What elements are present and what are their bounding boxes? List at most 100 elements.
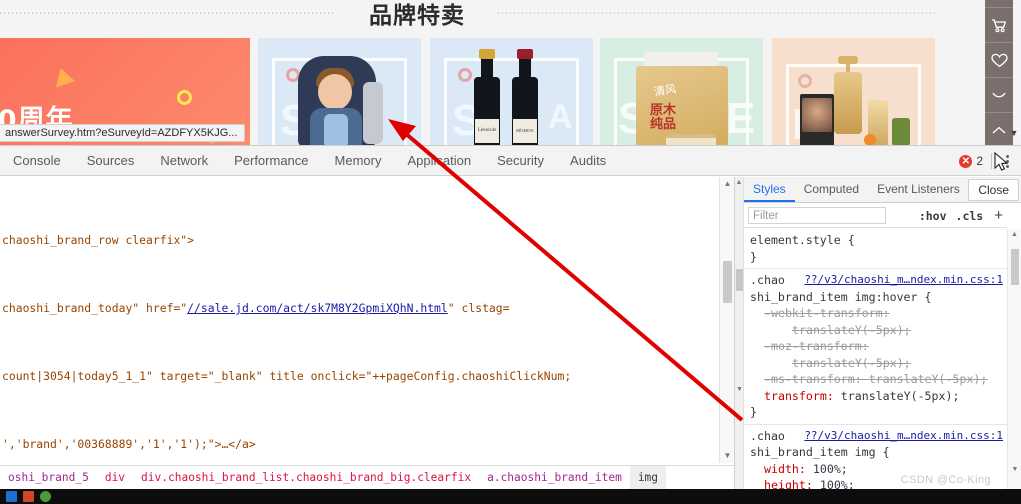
cls-toggle[interactable]: .cls — [956, 209, 984, 223]
devtools-body: chaoshi_brand_row clearfix"> chaoshi_bra… — [0, 177, 1021, 489]
dom-text: count|3054|today5_1_1" target="_blank" t… — [2, 369, 572, 383]
status-bar-url: answerSurvey.htm?eSurveyId=AZDFYX5KJG... — [0, 124, 246, 142]
styles-pane-left-scrollbar[interactable]: ▲ ▼ — [735, 177, 744, 489]
breadcrumb-item-0[interactable]: oshi_brand_5 — [0, 466, 97, 489]
left-rail-down-arrow[interactable]: ▼ — [735, 386, 744, 393]
css-prop-ms-transform[interactable]: -ms-transform: translateY(-5px); — [750, 371, 1007, 388]
tab-application[interactable]: Application — [394, 146, 484, 176]
rail-chevron-up-icon[interactable] — [985, 0, 1013, 7]
rule-header: .chao ??/v3/chaoshi_m…ndex.min.css:1 — [750, 428, 1007, 445]
watermark: CSDN @Co-King — [900, 474, 991, 486]
filter-input[interactable]: Filter — [748, 207, 886, 224]
collapse-icon[interactable] — [985, 77, 1013, 112]
left-rail-up-arrow[interactable]: ▲ — [735, 177, 743, 189]
tab-sources[interactable]: Sources — [74, 146, 148, 176]
css-prop-moz-transform[interactable]: -moz-transform: translateY(-5px); — [750, 338, 1007, 371]
taskbar-icon-browser[interactable] — [40, 491, 51, 502]
stylesheet-source-link[interactable]: ??/v3/chaoshi_m…ndex.min.css:1 — [804, 428, 1003, 445]
css-prop-value[interactable]: 100%; — [820, 478, 855, 489]
rule-selector-part-b[interactable]: shi_brand_item img { — [750, 444, 1007, 461]
brand-card-wine[interactable]: S A Léoncule RÉSERVE SPÉCIALE — [430, 38, 593, 145]
close-button[interactable]: Close — [968, 179, 1019, 201]
scrollbar-thumb[interactable] — [723, 261, 732, 303]
page-scroll-down-arrow[interactable]: ▼ — [1009, 128, 1019, 138]
rule-selector-part-a[interactable]: .chao — [750, 273, 785, 287]
css-prop-value[interactable]: 100%; — [813, 462, 848, 476]
toolbar-divider — [991, 153, 992, 169]
scrollbar-up-arrow[interactable]: ▲ — [720, 177, 734, 191]
css-prop-webkit-transform[interactable]: -webkit-transform: translateY(-5px); — [750, 305, 1007, 338]
mouse-cursor-icon — [994, 152, 1009, 171]
css-prop-name: -moz-transform: — [764, 339, 869, 353]
brand-card-cosmetics[interactable]: D — [772, 38, 935, 145]
css-prop-value[interactable]: translateY(-5px); — [764, 322, 911, 339]
styles-scrollbar[interactable]: ▲ ▼ — [1007, 229, 1021, 489]
breadcrumb-item-4[interactable]: img — [629, 466, 667, 489]
dom-href-link[interactable]: //sale.jd.com/act/sk7M8Y2GpmiXQhN.html — [187, 301, 448, 315]
new-style-rule-button[interactable]: + — [994, 208, 1003, 223]
wine-bottle-2: RÉSERVE SPÉCIALE — [512, 49, 538, 145]
bottle-cap — [517, 49, 533, 59]
css-prop-value[interactable]: translateY(-5px); — [841, 389, 960, 403]
tissue-line1: 原木 — [650, 103, 677, 118]
css-prop-value[interactable]: translateY(-5px); — [764, 355, 911, 372]
rule-element-style[interactable]: element.style { } — [744, 229, 1007, 269]
dom-line[interactable]: chaoshi_brand_today" href="//sale.jd.com… — [0, 300, 718, 317]
ghost-letter-2: A — [548, 98, 573, 136]
brand-card-tissue[interactable]: S E 清风 原木 纯品 — [600, 38, 763, 145]
taskbar-icon-powerpoint[interactable] — [23, 491, 34, 502]
tab-computed[interactable]: Computed — [795, 177, 868, 202]
baby-shirt — [324, 114, 348, 145]
tab-console[interactable]: Console — [0, 146, 74, 176]
css-prop-name: width: — [764, 461, 806, 476]
styles-scrollbar-down-arrow[interactable]: ▼ — [1008, 466, 1021, 473]
hov-toggle[interactable]: :hov — [919, 209, 947, 223]
css-prop-transform[interactable]: transform: translateY(-5px); — [750, 388, 1007, 405]
dom-text: ','brand','00368889','1','1');">…</a> — [2, 437, 256, 451]
brand-card-baby-seat[interactable]: S — [258, 38, 421, 145]
cart-icon[interactable] — [985, 7, 1013, 42]
elements-scrollbar[interactable]: ▲ ▼ — [719, 177, 734, 463]
taskbar-icon-1[interactable] — [6, 491, 17, 502]
pump-bottle — [834, 72, 862, 134]
rule-selector-part-b[interactable]: shi_brand_item img:hover { — [750, 289, 1007, 306]
breadcrumb-item-3[interactable]: a.chaoshi_brand_item — [479, 466, 630, 489]
styles-scrollbar-up-arrow[interactable]: ▲ — [1008, 229, 1021, 241]
stylesheet-source-link[interactable]: ??/v3/chaoshi_m…ndex.min.css:1 — [804, 272, 1003, 289]
bottle-label: RÉSERVE SPÉCIALE — [513, 119, 537, 143]
css-prop-name: -webkit-transform: — [764, 306, 890, 320]
tab-network[interactable]: Network — [147, 146, 221, 176]
rule-img-hover[interactable]: .chao ??/v3/chaoshi_m…ndex.min.css:1 shi… — [744, 269, 1007, 425]
left-rail-thumb[interactable] — [736, 269, 743, 291]
bottle-label: Léoncule — [475, 119, 499, 143]
bottle-cap — [479, 49, 495, 59]
css-prop-value[interactable]: translateY(-5px); — [869, 372, 988, 386]
dom-text: chaoshi_brand_today" href=" — [2, 301, 188, 315]
heart-icon[interactable] — [985, 42, 1013, 77]
breadcrumb-item-2[interactable]: div.chaoshi_brand_list.chaoshi_brand_big… — [133, 466, 479, 489]
webpage-viewport: 品牌特卖 20周年 S — [0, 0, 1021, 145]
scrollbar-down-arrow[interactable]: ▼ — [720, 449, 734, 463]
tab-event-listeners[interactable]: Event Listeners — [868, 177, 969, 202]
ring-decoration-icon — [458, 68, 472, 82]
dom-line[interactable]: count|3054|today5_1_1" target="_blank" t… — [0, 368, 718, 385]
tab-styles[interactable]: Styles — [744, 177, 795, 202]
elements-tree-pane[interactable]: chaoshi_brand_row clearfix"> chaoshi_bra… — [0, 177, 735, 489]
tab-memory[interactable]: Memory — [322, 146, 395, 176]
tab-audits[interactable]: Audits — [557, 146, 619, 176]
page-title: 品牌特卖 — [369, 3, 465, 29]
tab-security[interactable]: Security — [484, 146, 557, 176]
error-count-badge[interactable]: ✕ 2 — [959, 154, 983, 168]
tab-performance[interactable]: Performance — [221, 146, 321, 176]
dom-line[interactable]: chaoshi_brand_row clearfix"> — [0, 232, 718, 249]
rule-selector[interactable]: element.style { — [750, 232, 1007, 249]
page-side-rail[interactable] — [985, 0, 1013, 145]
styles-scrollbar-thumb[interactable] — [1011, 249, 1019, 285]
breadcrumb-item-1[interactable]: div — [97, 466, 133, 489]
dom-line[interactable]: ','brand','00368889','1','1');">…</a> — [0, 436, 718, 453]
css-prop-name: height: — [764, 478, 813, 489]
rule-selector-part-a[interactable]: .chao — [750, 429, 785, 443]
ring-decoration-icon — [798, 74, 812, 88]
styles-rules-list: element.style { } .chao ??/v3/chaoshi_m…… — [744, 229, 1007, 489]
error-circle-icon: ✕ — [959, 154, 973, 168]
